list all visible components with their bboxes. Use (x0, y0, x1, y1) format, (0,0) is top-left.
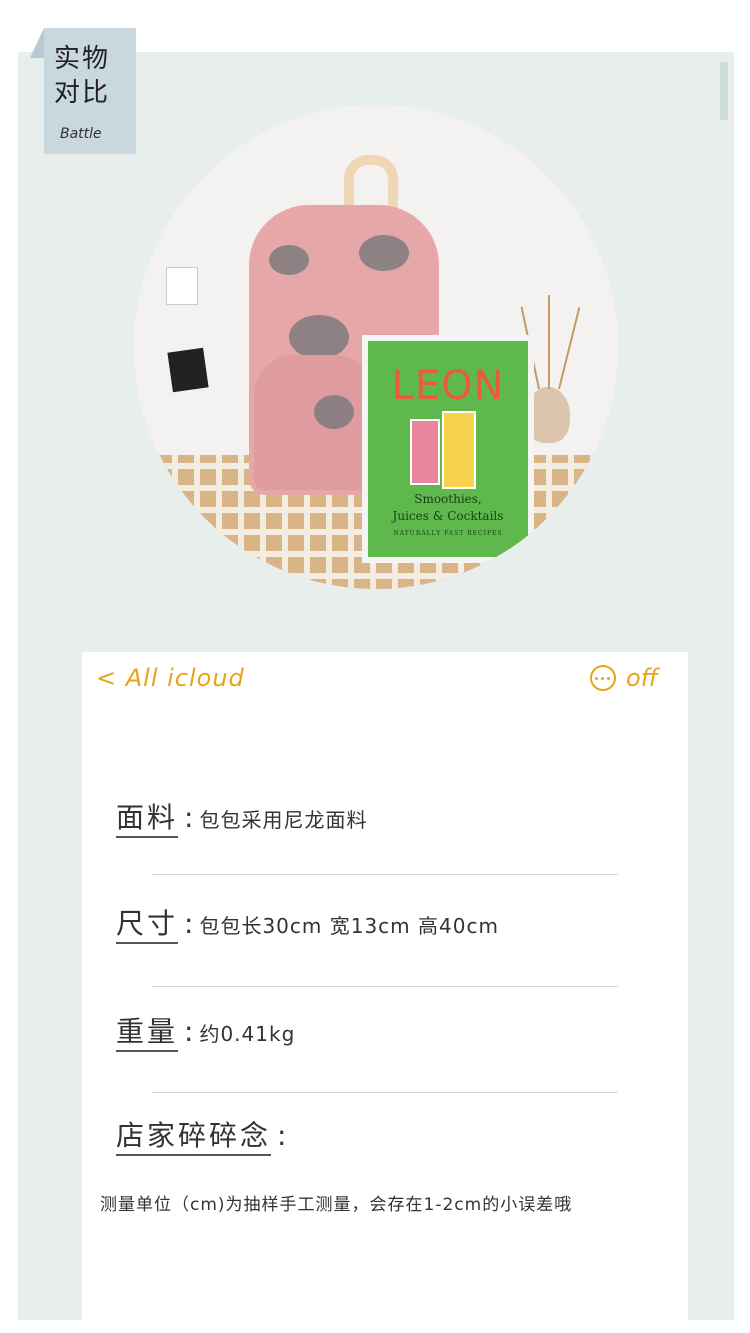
spec-material: 面料 : 包包采用尼龙面料 (116, 800, 367, 838)
divider (152, 874, 618, 875)
tag-title: 实物对比 (54, 44, 111, 108)
divider (152, 1092, 618, 1093)
yellow-glass (442, 411, 476, 489)
backpack-pocket (254, 355, 374, 490)
spec-label: 尺寸 (116, 906, 179, 944)
wall-sticker (166, 267, 198, 305)
more-options[interactable]: off (589, 664, 658, 692)
off-label[interactable]: off (626, 664, 658, 692)
spec-weight: 重量 : 约0.41kg (116, 1014, 295, 1052)
book-subtitle: Smoothies, Juices & Cocktails NATURALLY … (392, 492, 504, 537)
spec-value: 包包长30cm 宽13cm 高40cm (199, 914, 499, 938)
product-photo: LEON Smoothies, Juices & Cocktails NATUR… (134, 105, 618, 589)
tag-subtitle: Battle (60, 126, 102, 142)
divider (152, 986, 618, 987)
spec-label: 店家碎碎念 (116, 1118, 272, 1156)
spec-label: 面料 (116, 800, 179, 838)
pink-glass (410, 419, 440, 485)
comparison-tag: 实物对比 Battle (44, 28, 136, 154)
more-dots-icon[interactable] (589, 665, 616, 691)
spec-value: 包包采用尼龙面料 (199, 808, 368, 832)
spec-label: 重量 (116, 1014, 179, 1052)
spec-size: 尺寸 : 包包长30cm 宽13cm 高40cm (116, 906, 499, 944)
book-title: LEON (391, 363, 505, 409)
book: LEON Smoothies, Juices & Cocktails NATUR… (362, 335, 534, 563)
side-mark (720, 62, 728, 120)
spec-shop-note: 店家碎碎念 : (116, 1118, 292, 1156)
spec-value: 约0.41kg (199, 1022, 296, 1046)
measurement-note: 测量单位（cm)为抽样手工测量，会存在1-2cm的小误差哦 (100, 1195, 573, 1215)
back-link[interactable]: < All icloud (96, 664, 245, 692)
spec-card: < All icloud off 面料 : 包包采用尼龙面料 尺寸 : 包包长3… (82, 652, 688, 1328)
wall-sticker-dark (167, 347, 209, 393)
